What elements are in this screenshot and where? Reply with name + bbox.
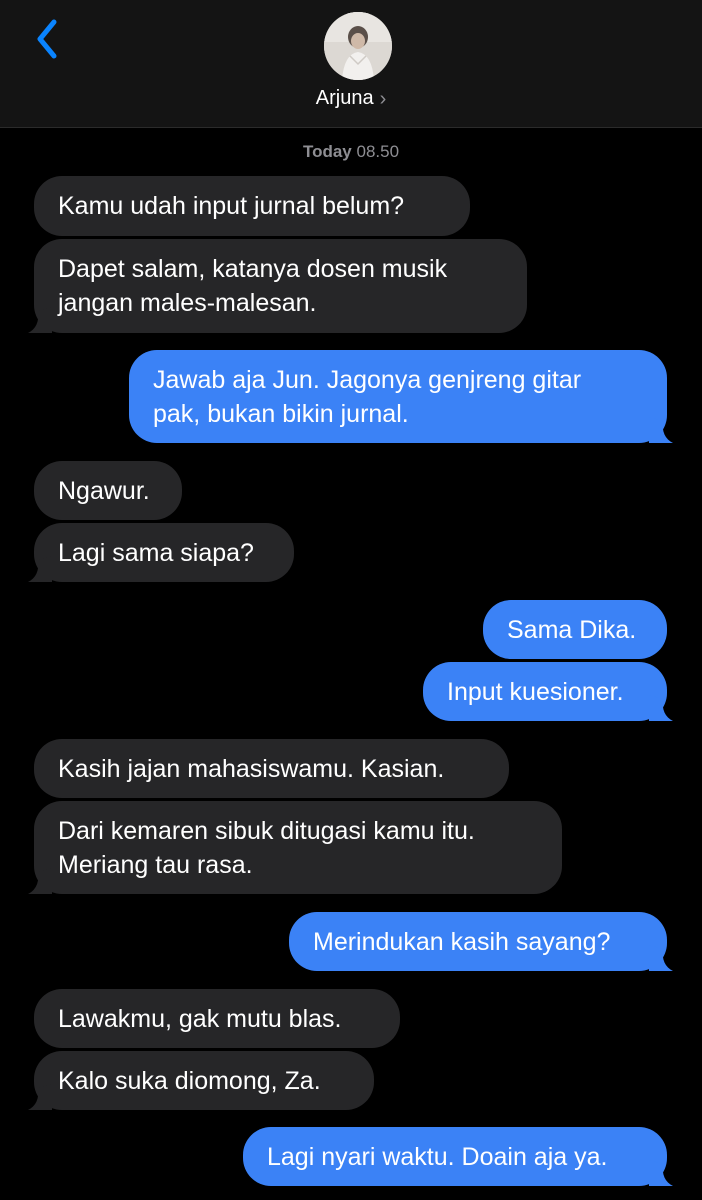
bubble-tail (649, 945, 673, 971)
bubble-tail (28, 868, 52, 894)
incoming-message-bubble[interactable]: Dapet salam, katanya dosen musik jangan … (28, 239, 527, 333)
outgoing-message-bubble[interactable]: Lagi nyari waktu. Doain aja ya. (243, 1127, 673, 1186)
outgoing-message-bubble[interactable]: Jawab aja Jun. Jagonya genjreng gitar pa… (129, 350, 673, 443)
contact-name-button[interactable]: Arjuna › (0, 86, 702, 111)
avatar[interactable] (324, 12, 392, 80)
incoming-message-bubble[interactable]: Lawakmu, gak mutu blas. (34, 989, 400, 1048)
conversation-header: Arjuna › (0, 0, 702, 128)
timestamp-day: Today (302, 142, 352, 161)
outgoing-message-bubble[interactable]: Input kuesioner. (423, 662, 673, 721)
chevron-right-icon: › (379, 87, 387, 110)
incoming-message-bubble[interactable]: Dari kemaren sibuk ditugasi kamu itu. Me… (28, 801, 562, 894)
outgoing-message-bubble[interactable]: Merindukan kasih sayang? (289, 912, 673, 971)
incoming-message-bubble[interactable]: Kalo suka diomong, Za. (28, 1051, 374, 1110)
timestamp-time: 08.50 (356, 142, 400, 161)
message-timestamp: Today 08.50 (0, 142, 702, 162)
bubble-tail (649, 695, 673, 721)
contact-name: Arjuna (315, 87, 374, 109)
back-button[interactable] (28, 14, 68, 64)
chevron-left-icon (37, 19, 57, 59)
bubble-tail (649, 417, 673, 443)
incoming-message-bubble[interactable]: Kamu udah input jurnal belum? (34, 176, 470, 236)
incoming-message-bubble[interactable]: Kasih jajan mahasiswamu. Kasian. (34, 739, 509, 798)
outgoing-message-bubble[interactable]: Sama Dika. (483, 600, 667, 659)
incoming-message-bubble[interactable]: Lagi sama siapa? (28, 523, 294, 582)
bubble-tail (28, 307, 52, 333)
incoming-message-bubble[interactable]: Ngawur. (34, 461, 182, 520)
bubble-tail (649, 1160, 673, 1186)
bubble-tail (28, 556, 52, 582)
contact-photo (324, 12, 392, 80)
bubble-tail (28, 1084, 52, 1110)
